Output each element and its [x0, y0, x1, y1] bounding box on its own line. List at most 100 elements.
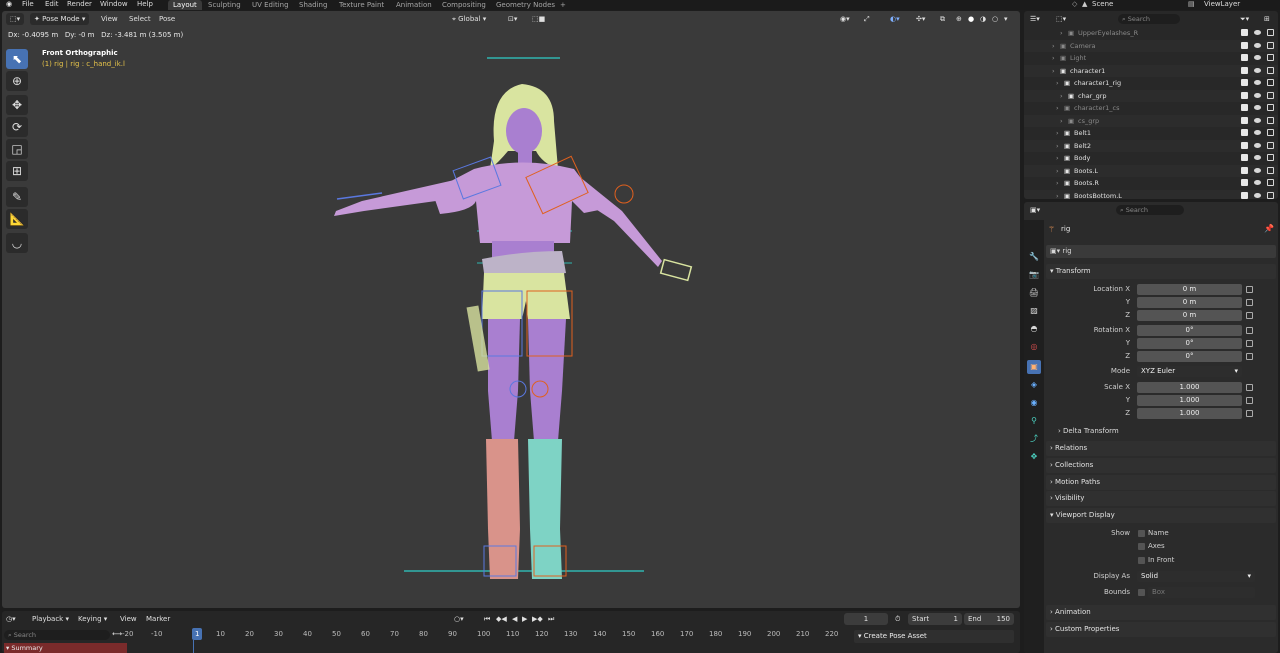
rotation-z-field[interactable]: 0°: [1137, 351, 1242, 362]
exclude-checkbox[interactable]: [1241, 54, 1248, 61]
location-z-field[interactable]: 0 m: [1137, 310, 1242, 321]
measure-tool[interactable]: 📐: [6, 209, 28, 229]
add-workspace-button[interactable]: +: [560, 0, 566, 10]
shading-options-dropdown[interactable]: ▾: [1004, 13, 1008, 25]
output-tab-icon[interactable]: 🖨: [1027, 286, 1041, 300]
lock-icon[interactable]: [1246, 286, 1253, 293]
visibility-eye-icon[interactable]: [1254, 30, 1261, 35]
visibility-eye-icon[interactable]: [1254, 80, 1261, 85]
xray-toggle[interactable]: ✣▾: [916, 13, 925, 25]
render-camera-icon[interactable]: [1267, 129, 1274, 136]
properties-editor-type-button[interactable]: ▣▾: [1030, 204, 1040, 216]
visibility-eye-icon[interactable]: [1254, 130, 1261, 135]
new-collection-icon[interactable]: ⊞: [1264, 13, 1270, 25]
annotate-tool[interactable]: ✎: [6, 187, 28, 207]
tool-tab-icon[interactable]: 🔧: [1027, 250, 1041, 264]
view-layer-tab-icon[interactable]: ▨: [1027, 304, 1041, 318]
stopwatch-icon[interactable]: ⏱: [895, 613, 900, 625]
visibility-eye-icon[interactable]: [1254, 67, 1261, 73]
outliner-row[interactable]: › ▣ character1_cs: [1024, 102, 1278, 115]
summary-channel[interactable]: ▾ Summary: [4, 643, 127, 653]
expand-arrow-icon[interactable]: ›: [1056, 165, 1059, 178]
menu-render[interactable]: Render: [67, 0, 92, 10]
exclude-checkbox[interactable]: [1241, 141, 1248, 149]
relations-panel-header[interactable]: › Relations: [1046, 441, 1276, 456]
exclude-checkbox[interactable]: [1241, 66, 1248, 74]
rotation-y-field[interactable]: 0°: [1137, 338, 1242, 349]
menu-timeline-view[interactable]: View: [120, 613, 137, 625]
render-camera-icon[interactable]: [1267, 179, 1274, 186]
in-front-checkbox[interactable]: [1138, 557, 1145, 564]
bounds-checkbox[interactable]: [1138, 589, 1145, 596]
exclude-checkbox[interactable]: [1241, 116, 1248, 124]
timeline-editor[interactable]: ◷▾ Playback ▾ Keying ▾ View Marker ○▾ ⏮ …: [2, 611, 1020, 653]
end-frame-field[interactable]: End 150: [964, 613, 1014, 625]
visibility-eye-icon[interactable]: [1254, 105, 1261, 110]
outliner-row[interactable]: › ▣ UpperEyelashes_R: [1024, 27, 1278, 40]
outliner-row[interactable]: › ▣ char_grp: [1024, 89, 1278, 102]
snap-toggle[interactable]: ⬚■: [532, 13, 545, 25]
tab-geometry-nodes[interactable]: Geometry Nodes: [496, 0, 555, 10]
exclude-checkbox[interactable]: [1241, 191, 1248, 199]
play-reverse-button[interactable]: ◀: [512, 613, 517, 625]
lock-icon[interactable]: [1246, 397, 1253, 404]
lock-icon[interactable]: [1246, 340, 1253, 347]
exclude-checkbox[interactable]: [1241, 29, 1248, 36]
render-camera-icon[interactable]: [1267, 116, 1274, 124]
visibility-panel-header[interactable]: › Visibility: [1046, 491, 1276, 506]
menu-playback[interactable]: Playback ▾: [32, 613, 69, 625]
render-camera-icon[interactable]: [1267, 141, 1274, 149]
tab-layout[interactable]: Layout: [168, 0, 202, 10]
pin-icon[interactable]: 📌: [1264, 224, 1274, 233]
menu-keying[interactable]: Keying ▾: [78, 613, 107, 625]
axes-checkbox[interactable]: [1138, 543, 1145, 550]
rotation-x-field[interactable]: 0°: [1137, 325, 1242, 336]
exclude-checkbox[interactable]: [1241, 91, 1248, 99]
cursor-tool[interactable]: ⊕: [6, 71, 28, 91]
relax-tool[interactable]: ◡: [6, 233, 28, 253]
menu-window[interactable]: Window: [100, 0, 128, 10]
menu-pose[interactable]: Pose: [159, 13, 175, 25]
lock-icon[interactable]: [1246, 353, 1253, 360]
custom-properties-panel-header[interactable]: › Custom Properties: [1046, 622, 1276, 637]
jump-start-button[interactable]: ⏮: [484, 613, 490, 625]
overlays-toggle[interactable]: ◐▾: [890, 13, 900, 25]
pivot-point-dropdown[interactable]: ⊡▾: [508, 13, 517, 25]
menu-help[interactable]: Help: [137, 0, 153, 10]
tab-uv-editing[interactable]: UV Editing: [252, 0, 289, 10]
character-model[interactable]: [322, 51, 712, 591]
collections-panel-header[interactable]: › Collections: [1046, 458, 1276, 473]
filter-icon[interactable]: ⏷▾: [1240, 13, 1249, 25]
expand-arrow-icon[interactable]: ›: [1052, 65, 1055, 78]
view-layer-selector[interactable]: ViewLayer: [1204, 0, 1240, 10]
bounds-type-dropdown[interactable]: Box: [1148, 587, 1255, 598]
render-camera-icon[interactable]: [1267, 54, 1274, 61]
rotate-tool[interactable]: ⟳: [6, 117, 28, 137]
tab-texture-paint[interactable]: Texture Paint: [339, 0, 384, 10]
menu-view[interactable]: View: [101, 13, 118, 25]
world-tab-icon[interactable]: ◎: [1027, 340, 1041, 354]
resize-icon[interactable]: ⟷: [112, 628, 122, 640]
render-camera-icon[interactable]: [1267, 104, 1274, 111]
object-name-field[interactable]: ▣▾ rig: [1046, 245, 1276, 258]
expand-arrow-icon[interactable]: ›: [1056, 140, 1059, 153]
expand-arrow-icon[interactable]: ›: [1052, 40, 1055, 53]
expand-arrow-icon[interactable]: ›: [1056, 77, 1059, 90]
exclude-checkbox[interactable]: [1241, 166, 1248, 174]
prev-keyframe-button[interactable]: ◆◀: [496, 613, 507, 625]
outliner-row[interactable]: › ▣ character1: [1024, 64, 1278, 78]
transform-tool[interactable]: ⊞: [6, 161, 28, 181]
physics-tab-icon[interactable]: ◉: [1027, 396, 1041, 410]
outliner-row[interactable]: › ▣ cs_grp: [1024, 114, 1278, 127]
render-tab-icon[interactable]: 📷: [1027, 268, 1041, 282]
animation-panel-header[interactable]: › Animation: [1046, 605, 1276, 620]
render-camera-icon[interactable]: [1267, 29, 1274, 36]
display-as-dropdown[interactable]: Solid ▾: [1137, 571, 1255, 582]
bone-tab-icon[interactable]: ✥: [1027, 450, 1041, 464]
expand-arrow-icon[interactable]: ›: [1060, 27, 1063, 40]
object-tab-icon[interactable]: ▣: [1027, 360, 1041, 374]
3d-viewport[interactable]: ⬚▾ ✦ Pose Mode ▾ View Select Pose ⌖ Glob…: [2, 11, 1020, 608]
lock-icon[interactable]: [1246, 312, 1253, 319]
move-tool[interactable]: ✥: [6, 95, 28, 115]
select-box-tool[interactable]: ⬉: [6, 49, 28, 69]
